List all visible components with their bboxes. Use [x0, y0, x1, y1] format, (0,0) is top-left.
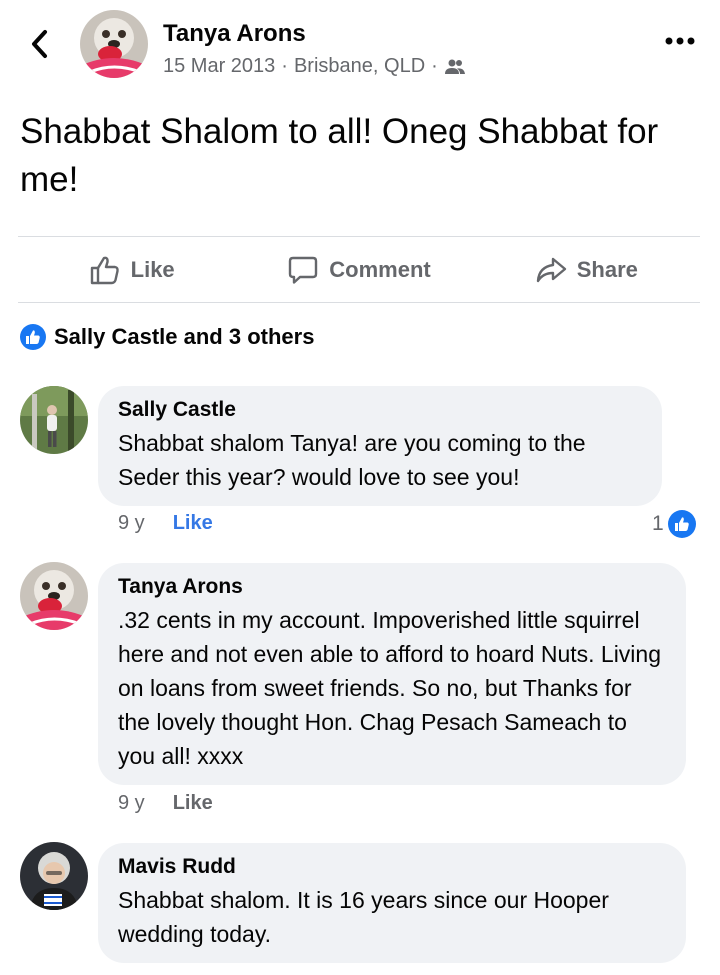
- comment-bubble: Mavis Rudd Shabbat shalom. It is 16 year…: [98, 843, 686, 963]
- divider: [18, 236, 700, 237]
- action-bar: Like Comment Share: [18, 238, 700, 302]
- divider: [18, 302, 700, 303]
- share-button[interactable]: Share: [473, 238, 700, 302]
- separator-dot: ·: [431, 55, 438, 77]
- comment-like-button[interactable]: Like: [173, 512, 213, 535]
- like-reaction-icon: [667, 510, 696, 538]
- commenter-avatar[interactable]: [20, 842, 88, 910]
- like-label: Like: [130, 257, 175, 282]
- comment-text: Shabbat shalom. It is 16 years since our…: [118, 887, 609, 947]
- reactions-summary[interactable]: Sally Castle and 3 others: [20, 324, 314, 350]
- reactions-text: Sally Castle and 3 others: [54, 324, 315, 349]
- comment-age[interactable]: 9 y: [118, 792, 145, 815]
- like-button[interactable]: Like: [18, 238, 245, 302]
- more-options-icon[interactable]: [664, 34, 696, 48]
- comment-reaction-count[interactable]: 1: [652, 510, 696, 538]
- commenter-name[interactable]: Sally Castle: [118, 398, 642, 422]
- reaction-count-number: 1: [652, 512, 664, 535]
- separator-dot: ·: [281, 55, 288, 77]
- comment-like-button[interactable]: Like: [173, 792, 213, 815]
- commenter-name[interactable]: Mavis Rudd: [118, 855, 666, 879]
- like-reaction-icon: [20, 324, 46, 350]
- comment-button[interactable]: Comment: [245, 238, 472, 302]
- comment-footer: 9 y Like: [118, 792, 213, 815]
- comment-age[interactable]: 9 y: [118, 512, 145, 535]
- commenter-avatar[interactable]: [20, 386, 88, 454]
- post-date[interactable]: 15 Mar 2013: [163, 55, 275, 78]
- post-meta: 15 Mar 2013 · Brisbane, QLD ·: [163, 55, 466, 78]
- post-text: Shabbat Shalom to all! Oneg Shabbat for …: [20, 112, 659, 199]
- thumbs-up-icon: [90, 256, 119, 285]
- comment-bubble-icon: [289, 256, 318, 284]
- post-location[interactable]: Brisbane, QLD: [294, 55, 425, 78]
- comment-bubble: Sally Castle Shabbat shalom Tanya! are y…: [98, 386, 662, 506]
- comment-footer: 9 y Like: [118, 512, 213, 535]
- author-avatar[interactable]: [80, 10, 148, 78]
- comment-text: .32 cents in my account. Impoverished li…: [118, 607, 662, 769]
- back-chevron-icon[interactable]: [26, 26, 54, 62]
- commenter-avatar[interactable]: [20, 562, 88, 630]
- commenter-name[interactable]: Tanya Arons: [118, 575, 666, 599]
- comment-bubble: Tanya Arons .32 cents in my account. Imp…: [98, 563, 686, 785]
- comment-label: Comment: [329, 257, 431, 282]
- comment-text: Shabbat shalom Tanya! are you coming to …: [118, 430, 586, 490]
- share-label: Share: [576, 257, 638, 282]
- share-arrow-icon: [536, 257, 566, 283]
- friends-audience-icon[interactable]: [444, 58, 466, 76]
- author-name[interactable]: Tanya Arons: [163, 20, 306, 48]
